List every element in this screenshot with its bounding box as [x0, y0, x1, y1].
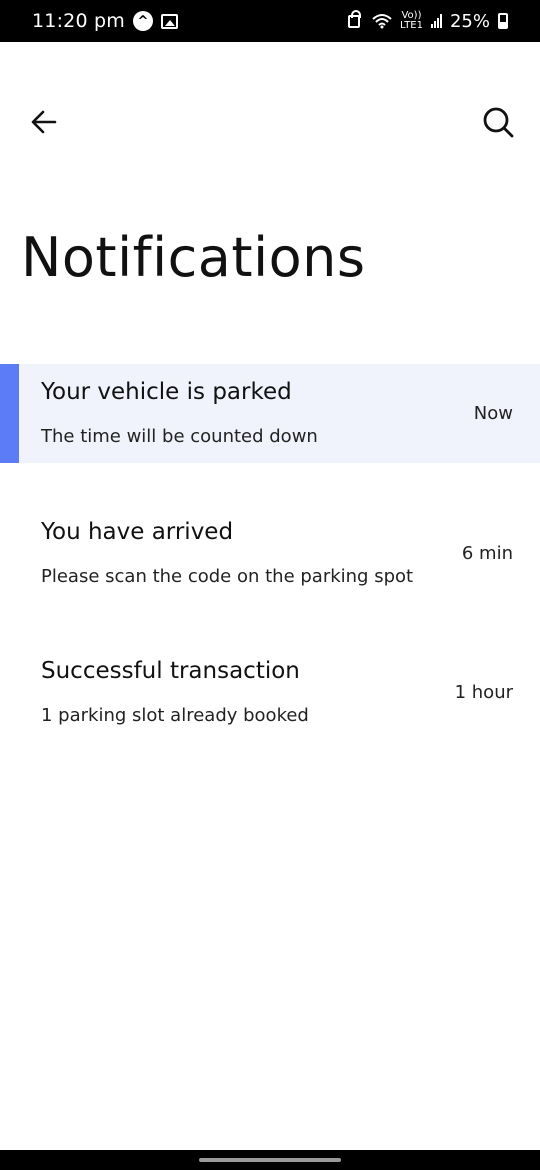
arrow-left-icon: [31, 110, 57, 134]
home-gesture-handle[interactable]: [199, 1158, 341, 1162]
notification-time: Now: [473, 403, 513, 424]
search-icon: [483, 107, 514, 138]
notification-item[interactable]: You have arrived Please scan the code on…: [0, 463, 540, 603]
wifi-icon: [372, 14, 392, 29]
notification-item[interactable]: Your vehicle is parked The time will be …: [0, 364, 540, 463]
signal-icon: [430, 14, 442, 28]
notification-title: You have arrived: [41, 519, 234, 545]
volte-indicator: Vo)) LTE1: [400, 11, 423, 31]
notification-body: 1 parking slot already booked: [41, 705, 309, 726]
notification-title: Successful transaction: [41, 658, 300, 684]
back-button[interactable]: [24, 102, 64, 142]
page-title: Notifications: [21, 226, 366, 289]
unread-indicator: [0, 364, 19, 463]
lock-icon: [348, 9, 361, 28]
search-button[interactable]: [478, 102, 518, 142]
lte-label: LTE1: [400, 20, 423, 31]
status-time: 11:20 pm: [32, 10, 125, 32]
status-right: Vo)) LTE1 25%: [348, 9, 508, 32]
notification-time: 1 hour: [454, 682, 513, 703]
battery-percent: 25%: [449, 10, 490, 32]
notification-body: Please scan the code on the parking spot: [41, 566, 414, 587]
status-left: 11:20 pm ^: [32, 10, 178, 32]
notification-list: Your vehicle is parked The time will be …: [0, 364, 540, 743]
notification-item[interactable]: Successful transaction 1 parking slot al…: [0, 603, 540, 743]
notification-body: The time will be counted down: [41, 426, 318, 447]
status-bar: 11:20 pm ^ Vo)) LTE1 25%: [0, 0, 540, 42]
navigation-bar: [0, 1150, 540, 1170]
notification-time: 6 min: [461, 543, 513, 564]
gallery-icon: [160, 13, 178, 29]
notification-title: Your vehicle is parked: [41, 379, 292, 405]
battery-icon: [498, 13, 508, 29]
navigation-app-icon: ^: [132, 11, 153, 31]
app-bar: [0, 92, 540, 152]
